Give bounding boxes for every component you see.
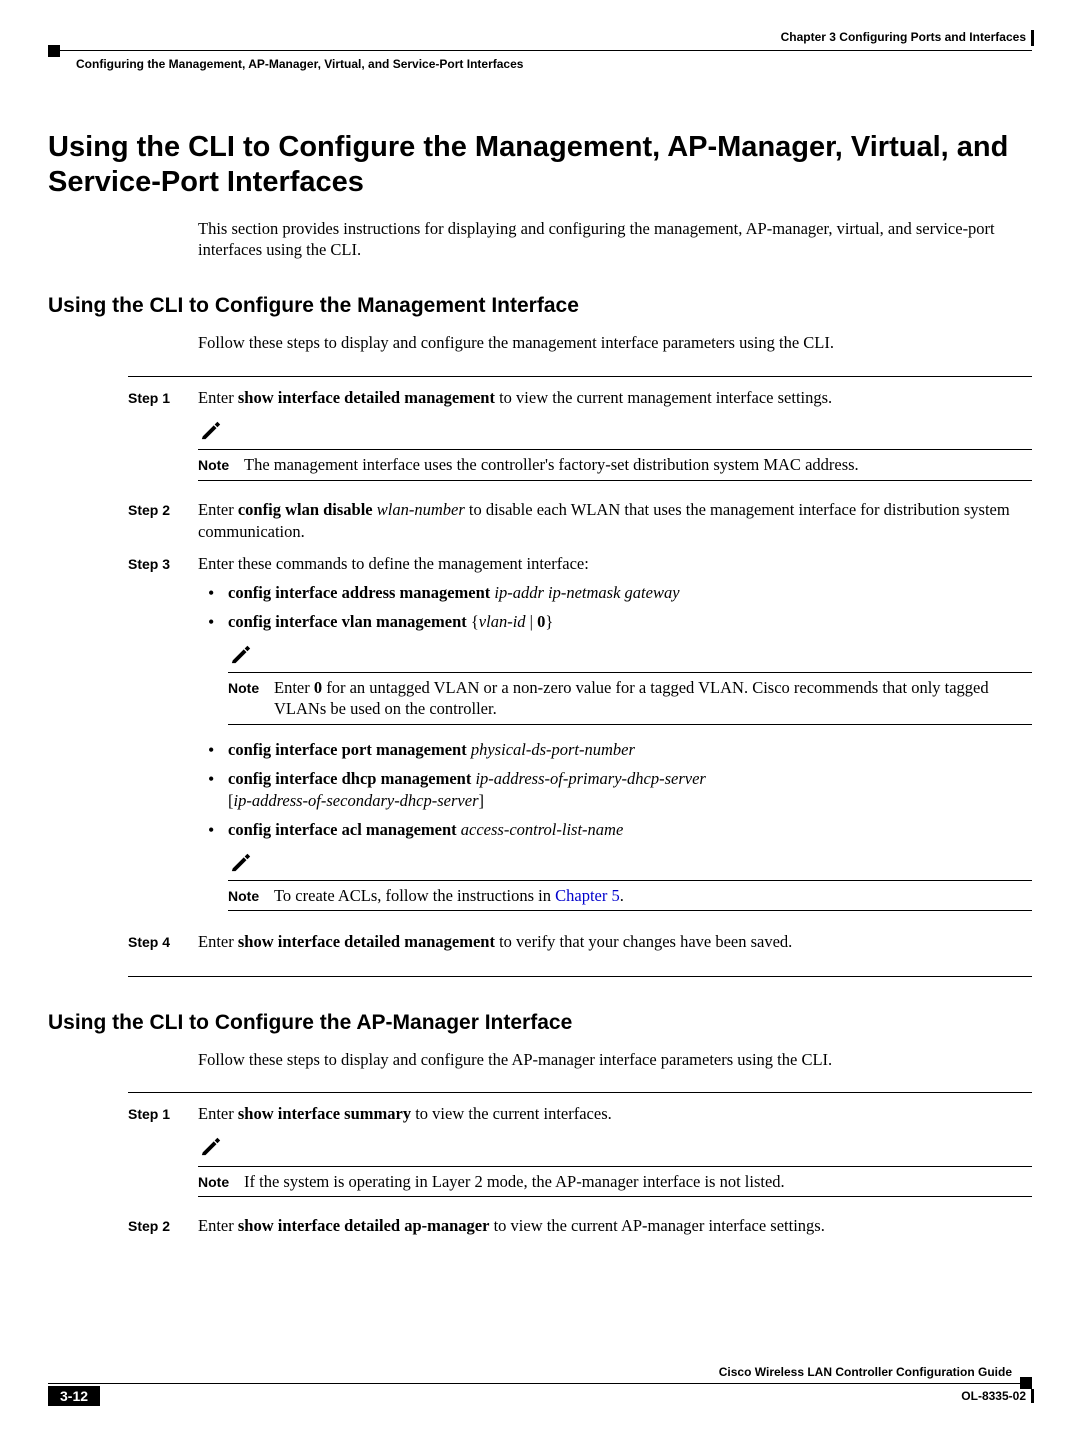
cli-command: config interface dhcp management — [228, 769, 471, 788]
cli-arg: vlan-id — [479, 612, 526, 631]
step-label: Step 2 — [128, 499, 198, 550]
step-2: Step 2 Enter show interface detailed ap-… — [128, 1215, 1032, 1243]
step-label: Step 4 — [128, 931, 198, 959]
cli-arg: physical-ds-port-number — [467, 740, 635, 759]
cli-command: config interface port management — [228, 740, 467, 759]
page: Chapter 3 Configuring Ports and Interfac… — [0, 0, 1080, 1449]
page-number: 3-12 — [48, 1386, 100, 1406]
cli-command: config wlan disable — [238, 500, 373, 519]
text: to view the current AP-manager interface… — [489, 1216, 824, 1235]
text: ] — [479, 791, 485, 810]
pencil-icon — [198, 419, 1032, 447]
chapter-label: Chapter 3 Configuring Ports and Interfac… — [781, 30, 1026, 44]
pencil-icon — [228, 851, 1032, 878]
note-label: Note — [198, 1171, 244, 1192]
pencil-icon — [228, 643, 1032, 670]
text: for an untagged VLAN or a non-zero value… — [274, 678, 989, 718]
cli-command: show interface detailed management — [238, 932, 495, 951]
list-item: config interface port management physica… — [198, 739, 1032, 760]
text: Enter — [274, 678, 314, 697]
cli-command: show interface detailed ap-manager — [238, 1216, 490, 1235]
header-right-rule — [1031, 30, 1034, 46]
note-block: Note Enter 0 for an untagged VLAN or a n… — [228, 643, 1032, 725]
section-1-title: Using the CLI to Configure the Managemen… — [48, 294, 1032, 318]
step-body: Enter these commands to define the manag… — [198, 553, 1032, 925]
step-label: Step 1 — [128, 387, 198, 495]
text: Enter — [198, 500, 238, 519]
text: to view the current management interface… — [495, 388, 832, 407]
note-label: Note — [198, 454, 244, 475]
step-body: Enter show interface detailed ap-manager… — [198, 1215, 1032, 1243]
cli-command: config interface acl management — [228, 820, 457, 839]
note-block: Note To create ACLs, follow the instruct… — [228, 851, 1032, 912]
note-label: Note — [228, 885, 274, 906]
note-block: Note If the system is operating in Layer… — [198, 1135, 1032, 1197]
text: to verify that your changes have been sa… — [495, 932, 792, 951]
text: To create ACLs, follow the instructions … — [274, 886, 555, 905]
cli-command: show interface detailed management — [238, 388, 495, 407]
note-text: The management interface uses the contro… — [244, 454, 1032, 475]
footer-rule — [48, 1383, 1032, 1384]
cli-command: config interface address management — [228, 583, 490, 602]
command-list: config interface address management ip-a… — [198, 582, 1032, 912]
list-item: config interface dhcp management ip-addr… — [198, 768, 1032, 811]
note-text: Enter 0 for an untagged VLAN or a non-ze… — [274, 677, 1032, 720]
step-2: Step 2 Enter config wlan disable wlan-nu… — [128, 499, 1032, 550]
text: Enter — [198, 388, 238, 407]
step-1: Step 1 Enter show interface detailed man… — [128, 387, 1032, 495]
text: to view the current interfaces. — [411, 1104, 612, 1123]
running-header: Chapter 3 Configuring Ports and Interfac… — [48, 30, 1032, 70]
step-body: Enter show interface detailed management… — [198, 387, 1032, 495]
guide-title: Cisco Wireless LAN Controller Configurat… — [719, 1365, 1012, 1379]
step-3: Step 3 Enter these commands to define th… — [128, 553, 1032, 925]
footer-square-icon — [1020, 1377, 1032, 1389]
section-1-intro: Follow these steps to display and config… — [198, 332, 1032, 353]
list-item: config interface address management ip-a… — [198, 582, 1032, 603]
cli-command: show interface summary — [238, 1104, 411, 1123]
text: { — [467, 612, 479, 631]
step-body: Enter show interface summary to view the… — [198, 1103, 1032, 1211]
step-1: Step 1 Enter show interface summary to v… — [128, 1103, 1032, 1211]
list-item: config interface vlan management {vlan-i… — [198, 611, 1032, 725]
doc-number: OL-8335-02 — [961, 1389, 1026, 1403]
section-1-steps: Step 1 Enter show interface detailed man… — [128, 376, 1032, 977]
text: Enter — [198, 932, 238, 951]
note-text: To create ACLs, follow the instructions … — [274, 885, 1032, 906]
cli-arg: ip-addr ip-netmask gateway — [490, 583, 679, 602]
text: 0 — [314, 678, 322, 697]
step-label: Step 3 — [128, 553, 198, 925]
step-4: Step 4 Enter show interface detailed man… — [128, 931, 1032, 959]
note-block: Note The management interface uses the c… — [198, 419, 1032, 481]
page-title: Using the CLI to Configure the Managemen… — [48, 130, 1032, 200]
text: Enter — [198, 1216, 238, 1235]
step-label: Step 2 — [128, 1215, 198, 1243]
note-label: Note — [228, 677, 274, 720]
text: . — [620, 886, 624, 905]
section-2-intro: Follow these steps to display and config… — [198, 1049, 1032, 1070]
cli-arg: ip-address-of-primary-dhcp-server — [471, 769, 705, 788]
header-rule — [48, 50, 1032, 51]
text: Enter these commands to define the manag… — [198, 553, 1032, 575]
running-footer: Cisco Wireless LAN Controller Configurat… — [48, 1369, 1032, 1419]
step-label: Step 1 — [128, 1103, 198, 1211]
pencil-icon — [198, 1135, 1032, 1163]
intro-paragraph: This section provides instructions for d… — [198, 218, 1032, 261]
note-text: If the system is operating in Layer 2 mo… — [244, 1171, 1032, 1192]
header-square-icon — [48, 45, 60, 57]
cli-arg: ip-address-of-secondary-dhcp-server — [234, 791, 479, 810]
footer-right-rule — [1031, 1389, 1034, 1403]
text: Enter — [198, 1104, 238, 1123]
step-body: Enter config wlan disable wlan-number to… — [198, 499, 1032, 550]
text: } — [545, 612, 553, 631]
section-2-steps: Step 1 Enter show interface summary to v… — [128, 1092, 1032, 1259]
cli-arg: access-control-list-name — [457, 820, 624, 839]
chapter-5-link[interactable]: Chapter 5 — [555, 886, 620, 905]
list-item: config interface acl management access-c… — [198, 819, 1032, 911]
cli-arg: wlan-number — [373, 500, 465, 519]
text: | — [526, 612, 538, 631]
section-label: Configuring the Management, AP-Manager, … — [76, 57, 523, 71]
cli-command: config interface vlan management — [228, 612, 467, 631]
section-2-title: Using the CLI to Configure the AP-Manage… — [48, 1011, 1032, 1035]
step-body: Enter show interface detailed management… — [198, 931, 1032, 959]
